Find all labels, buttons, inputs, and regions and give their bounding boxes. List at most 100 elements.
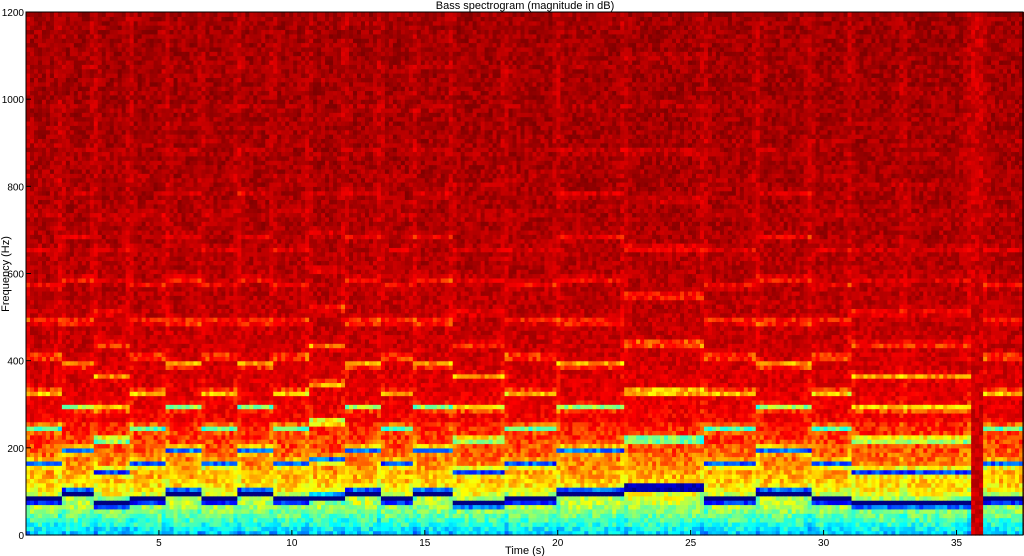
heatmap-cell [34, 448, 39, 453]
heatmap-cell [46, 500, 51, 505]
heatmap-cell [42, 391, 47, 396]
heatmap-cell [46, 121, 51, 126]
heatmap-cell [38, 69, 43, 74]
heatmap-cell [50, 378, 55, 383]
heatmap-cell [62, 291, 67, 296]
heatmap-cell [26, 208, 31, 213]
heatmap-cell [30, 64, 35, 69]
heatmap-cell [58, 90, 63, 95]
heatmap-cell [26, 125, 31, 130]
heatmap-cell [54, 396, 59, 401]
heatmap-cell [30, 16, 35, 21]
heatmap-cell [30, 513, 35, 518]
heatmap-cell [46, 21, 51, 26]
heatmap-cell [62, 182, 67, 187]
heatmap-cell [26, 413, 31, 418]
heatmap-cell [54, 330, 59, 335]
heatmap-cell [50, 138, 55, 143]
heatmap-cell [46, 374, 51, 379]
heatmap-cell [46, 491, 51, 496]
heatmap-cell [50, 339, 55, 344]
heatmap-cell [26, 204, 31, 209]
heatmap-cell [38, 526, 43, 531]
heatmap-cell [46, 95, 51, 100]
heatmap-cell [42, 64, 47, 69]
heatmap-cell [54, 234, 59, 239]
heatmap-cell [42, 182, 47, 187]
heatmap-cell [46, 165, 51, 170]
heatmap-cell [62, 212, 67, 217]
heatmap-cell [62, 252, 67, 257]
heatmap-cell [54, 291, 59, 296]
heatmap-cell [42, 138, 47, 143]
heatmap-cell [30, 304, 35, 309]
heatmap-cell [42, 60, 47, 65]
heatmap-cell [34, 348, 39, 353]
heatmap-cell [38, 430, 43, 435]
heatmap-cell [26, 77, 31, 82]
heatmap-cell [30, 361, 35, 366]
heatmap-cell [50, 117, 55, 122]
heatmap-cell [58, 56, 63, 61]
heatmap-cell [26, 317, 31, 322]
heatmap-cell [34, 160, 39, 165]
heatmap-cell [46, 178, 51, 183]
heatmap-cell [58, 374, 63, 379]
heatmap-cell [50, 95, 55, 100]
heatmap-cell [26, 256, 31, 261]
heatmap-cell [42, 504, 47, 509]
heatmap-cell [58, 282, 63, 287]
heatmap-cell [38, 452, 43, 457]
heatmap-cell [50, 121, 55, 126]
heatmap-cell [58, 443, 63, 448]
heatmap-cell [62, 352, 67, 357]
heatmap-cell [58, 335, 63, 340]
heatmap-cell [26, 335, 31, 340]
heatmap-cell [46, 343, 51, 348]
heatmap-cell [42, 47, 47, 52]
heatmap-cell [34, 282, 39, 287]
heatmap-cell [34, 108, 39, 113]
heatmap-cell [62, 265, 67, 270]
heatmap-cell [26, 291, 31, 296]
heatmap-cell [42, 151, 47, 156]
heatmap-cell [54, 465, 59, 470]
heatmap-cell [54, 339, 59, 344]
heatmap-cell [34, 29, 39, 34]
heatmap-cell [46, 43, 51, 48]
heatmap-cell [42, 413, 47, 418]
heatmap-cell [58, 21, 63, 26]
heatmap-cell [34, 430, 39, 435]
heatmap-cell [30, 274, 35, 279]
heatmap-cell [42, 321, 47, 326]
heatmap-cell [46, 308, 51, 313]
heatmap-cell [38, 195, 43, 200]
heatmap-cell [54, 169, 59, 174]
heatmap-cell [34, 352, 39, 357]
heatmap-cell [58, 518, 63, 523]
heatmap-cell [62, 295, 67, 300]
heatmap-cell [26, 82, 31, 87]
heatmap-cell [38, 25, 43, 30]
heatmap-cell [42, 239, 47, 244]
heatmap-cell [50, 478, 55, 483]
heatmap-cell [42, 265, 47, 270]
heatmap-cell [58, 291, 63, 296]
heatmap-cell [30, 313, 35, 318]
heatmap-cell [26, 12, 31, 17]
heatmap-cell [50, 452, 55, 457]
heatmap-cell [26, 295, 31, 300]
heatmap-cell [30, 404, 35, 409]
heatmap-cell [26, 56, 31, 61]
heatmap-cell [62, 64, 67, 69]
heatmap-cell [38, 247, 43, 252]
heatmap-cell [38, 483, 43, 488]
heatmap-cell [38, 457, 43, 462]
heatmap-cell [30, 452, 35, 457]
heatmap-cell [46, 391, 51, 396]
heatmap-cell [42, 269, 47, 274]
heatmap-cell [46, 496, 51, 501]
heatmap-cell [50, 16, 55, 21]
heatmap-cell [42, 234, 47, 239]
heatmap-cell [62, 117, 67, 122]
